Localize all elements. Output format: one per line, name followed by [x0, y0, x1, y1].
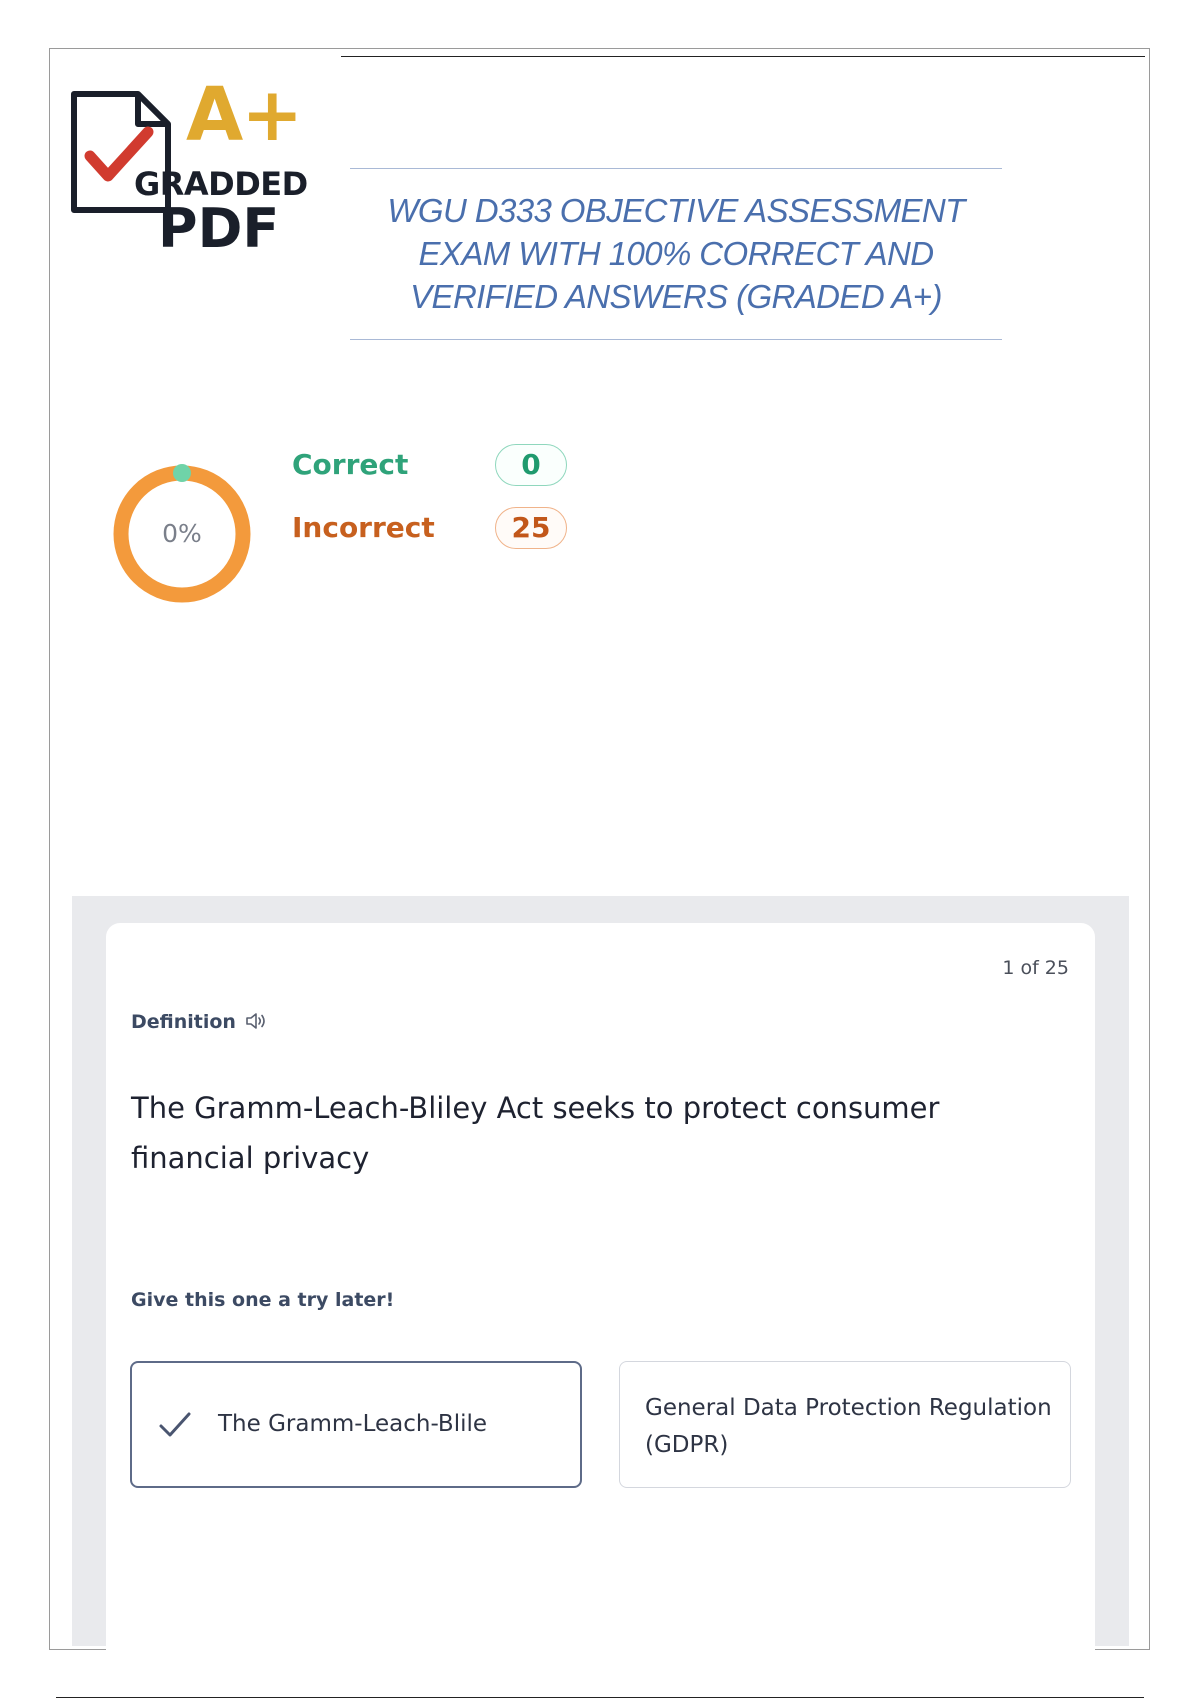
top-rule: [341, 56, 1145, 57]
incorrect-count-badge: 25: [495, 507, 567, 549]
logo-grade: A+: [186, 72, 303, 158]
score-percent: 0%: [162, 519, 202, 548]
flashcard: 1 of 25 Definition The Gramm-Leach-Blile…: [106, 923, 1095, 1650]
answer-option-2-label: General Data Protection Regulation (GDPR…: [645, 1395, 1052, 1458]
document-title: WGU D333 OBJECTIVE ASSESSMENT EXAM WITH …: [387, 192, 965, 315]
logo-wordmark: GRADDED: [134, 165, 308, 203]
answer-option-1[interactable]: The Gramm-Leach-Blile: [130, 1361, 582, 1488]
correct-count-badge: 0: [495, 444, 567, 486]
card-progress: 1 of 25: [1002, 957, 1069, 979]
incorrect-label: Incorrect: [292, 511, 435, 544]
check-icon: [159, 1412, 191, 1437]
correct-label: Correct: [292, 448, 409, 481]
title-block: WGU D333 OBJECTIVE ASSESSMENT EXAM WITH …: [350, 168, 1002, 340]
gradded-pdf-logo: A+ GRADDED PDF: [68, 78, 328, 263]
answer-option-2[interactable]: General Data Protection Regulation (GDPR…: [619, 1361, 1071, 1488]
speaker-icon[interactable]: [244, 1010, 270, 1032]
answer-option-1-label: The Gramm-Leach-Blile: [218, 1411, 488, 1437]
bottom-rule: [56, 1697, 1144, 1698]
logo-pdf: PDF: [158, 197, 280, 260]
term-type-label: Definition: [131, 1011, 236, 1033]
definition-text: The Gramm-Leach-Bliley Act seeks to prot…: [131, 1091, 940, 1175]
try-later-link[interactable]: Give this one a try later!: [131, 1289, 394, 1311]
